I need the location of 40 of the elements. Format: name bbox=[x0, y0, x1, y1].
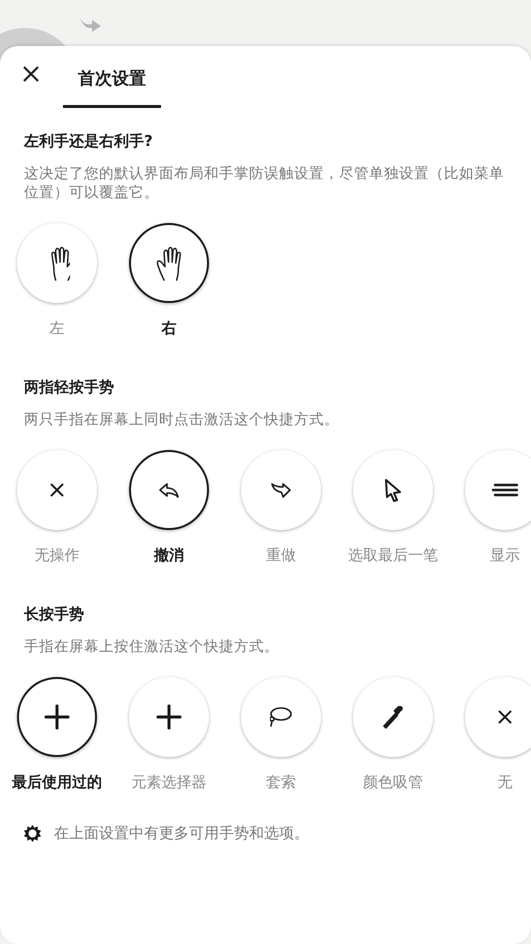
option-label: 选取最后一笔 bbox=[348, 546, 438, 565]
section-description: 手指在屏幕上按住激活这个快捷方式。 bbox=[23, 638, 280, 657]
cursor-icon bbox=[385, 478, 401, 502]
stack-icon bbox=[492, 483, 518, 497]
option-label: 重做 bbox=[266, 546, 296, 565]
plus-icon bbox=[44, 704, 70, 730]
option-label: 最后使用过的 bbox=[12, 773, 102, 792]
section-description: 这决定了您的默认界面布局和手掌防误触设置，尽管单独设置（比如菜单位置）可以覆盖它。 bbox=[23, 165, 505, 203]
option-button[interactable] bbox=[129, 223, 209, 303]
option-label: 无操作 bbox=[34, 546, 80, 565]
close-icon bbox=[50, 483, 64, 497]
redo-icon bbox=[271, 482, 291, 498]
option-label: 颜色吸管 bbox=[363, 773, 423, 792]
option-button[interactable] bbox=[17, 677, 97, 757]
option-button[interactable] bbox=[17, 223, 97, 303]
close-icon bbox=[498, 710, 512, 724]
hint-text: 在上面设置中有更多可用手势和选项。 bbox=[54, 824, 309, 843]
option-button[interactable] bbox=[465, 450, 531, 530]
settings-tab[interactable]: 首次设置 bbox=[63, 50, 161, 108]
option-button[interactable] bbox=[129, 450, 209, 530]
section-title: 左利手还是右利手? bbox=[22, 132, 154, 151]
settings-icon bbox=[23, 824, 42, 843]
section-title: 两指轻按手势 bbox=[23, 378, 115, 397]
plus-icon bbox=[156, 704, 182, 730]
option-label: 元素选择器 bbox=[132, 773, 206, 792]
option-label: 显示 bbox=[490, 546, 520, 565]
option-label: 撤消 bbox=[154, 546, 184, 565]
hand-icon bbox=[156, 246, 182, 280]
section-description: 两只手指在屏幕上同时点击激活这个快捷方式。 bbox=[23, 411, 340, 430]
eyedropper-icon bbox=[383, 706, 403, 728]
option-label: 左 bbox=[50, 319, 64, 338]
close-icon[interactable] bbox=[22, 65, 40, 83]
undo-icon bbox=[159, 482, 179, 498]
section-title: 长按手势 bbox=[23, 605, 85, 624]
option-label: 无 bbox=[498, 773, 512, 792]
option-label: 右 bbox=[162, 319, 176, 338]
redo-arrow-icon bbox=[78, 16, 102, 34]
lasso-icon bbox=[270, 707, 292, 727]
option-button[interactable] bbox=[129, 677, 209, 757]
option-label: 套索 bbox=[266, 773, 296, 792]
